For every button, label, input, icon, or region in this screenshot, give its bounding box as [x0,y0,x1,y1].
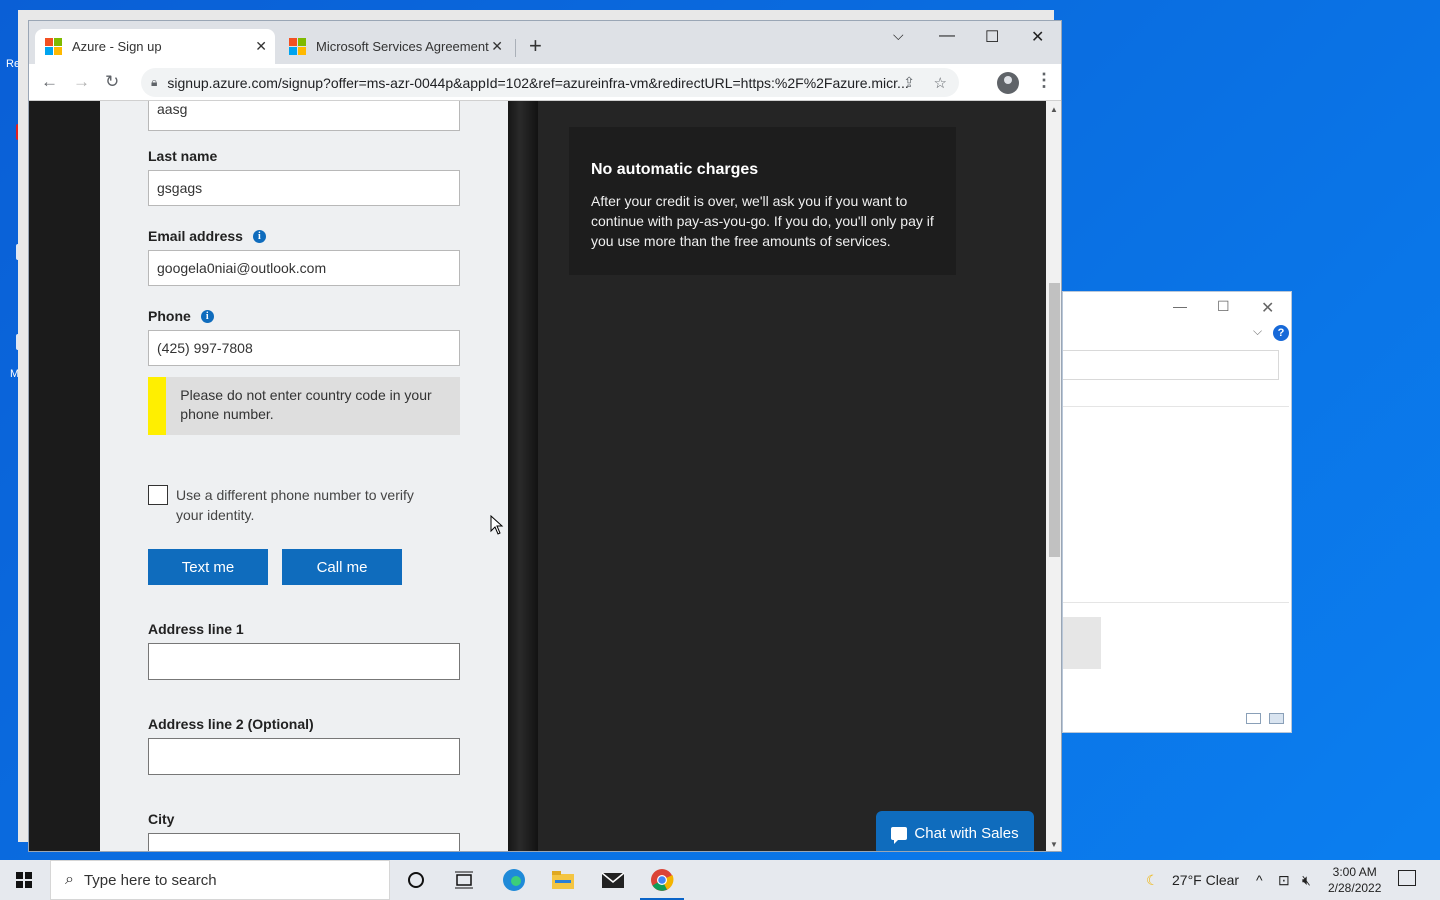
maximize-icon[interactable]: ☐ [985,27,999,47]
browser-toolbar: ← → ↻ 🔒︎ signup.azure.com/signup?offer=m… [29,64,1061,101]
taskbar: ⌕ Type here to search ☾ 27°F Clear ^ ⊡ 🔇… [0,860,1440,900]
last-name-input[interactable]: gsgags [148,170,460,206]
microsoft-logo-icon [289,38,306,55]
profile-icon[interactable] [997,72,1019,94]
microsoft-logo-icon [45,38,62,55]
scroll-up-icon[interactable]: ▲ [1050,105,1058,114]
address-field[interactable] [1063,350,1279,380]
background-window: — ☐ ✕ ⌵ ? [1062,291,1292,733]
different-phone-option: Use a different phone number to verify y… [148,485,426,525]
phone-input[interactable]: (425) 997-7808 [148,330,460,366]
tab-services-agreement[interactable]: Microsoft Services Agreement ✕ [279,29,511,64]
scrollbar[interactable]: ▲ ▼ [1046,101,1061,851]
edge-browser-icon[interactable] [501,868,527,892]
menu-icon[interactable]: ⋮ [1035,70,1053,91]
details-view-icon[interactable] [1246,713,1261,724]
tab-strip: Azure - Sign up ✕ Microsoft Services Agr… [29,21,1061,64]
address2-label: Address line 2 (Optional) [148,716,314,732]
cortana-icon[interactable] [403,868,429,892]
task-view-icon[interactable] [451,868,477,892]
divider [1063,406,1289,407]
clock-date: 2/28/2022 [1328,881,1382,895]
city-input[interactable] [148,833,460,851]
system-clock[interactable]: 3:00 AM 2/28/2022 [1328,864,1381,896]
tab-separator [515,39,516,57]
close-tab-icon[interactable]: ✕ [491,38,503,55]
call-me-button[interactable]: Call me [282,549,402,585]
chrome-icon[interactable] [649,868,675,892]
scroll-down-icon[interactable]: ▼ [1050,840,1058,849]
help-icon[interactable]: ? [1273,325,1289,341]
address-bar[interactable]: 🔒︎ signup.azure.com/signup?offer=ms-azr-… [141,68,959,97]
scrollbar-thumb[interactable] [1049,283,1060,557]
info-card-body: After your credit is over, we'll ask you… [591,193,934,249]
info-card: No automatic charges After your credit i… [569,127,956,275]
back-icon[interactable]: ← [41,72,58,92]
phone-warning: Please do not enter country code in your… [148,377,460,435]
offer-details: No automatic charges After your credit i… [538,101,1046,851]
email-input[interactable]: googela0niai@outlook.com [148,250,460,286]
panel-divider [508,101,538,851]
maximize-icon[interactable]: ☐ [1217,298,1230,315]
info-icon[interactable]: i [252,229,266,243]
reload-icon[interactable]: ↻ [105,72,119,92]
browser-window: Azure - Sign up ✕ Microsoft Services Agr… [28,20,1062,852]
taskbar-search[interactable]: ⌕ Type here to search [50,860,390,900]
chevron-down-icon[interactable]: ⌵ [1253,324,1262,339]
chevron-up-icon[interactable]: ^ [1256,872,1263,888]
page-content: aasg Last name gsgags Email address i goo… [29,101,1061,851]
address2-input[interactable] [148,738,460,775]
weather-text[interactable]: 27°F Clear [1172,872,1239,888]
volume-muted-icon[interactable]: 🔇︎ [1302,872,1311,889]
weather-icon[interactable]: ☾ [1146,872,1159,889]
first-name-input[interactable]: aasg [148,101,460,131]
text-me-button[interactable]: Text me [148,549,268,585]
mail-icon[interactable] [600,868,626,892]
city-label: City [148,811,175,827]
lock-icon[interactable]: 🔒︎ [151,75,157,90]
chat-label: Chat with Sales [914,824,1019,842]
email-label: Email address i [148,228,266,244]
notification-icon[interactable] [1398,870,1416,886]
warning-bar [148,377,167,435]
clock-time: 3:00 AM [1332,865,1377,879]
info-card-title: No automatic charges [591,161,759,178]
bookmark-star-icon[interactable]: ☆ [934,74,947,92]
minimize-icon[interactable]: — [939,27,955,45]
mouse-cursor-icon [490,515,504,535]
new-tab-button[interactable]: + [529,33,542,59]
search-placeholder: Type here to search [83,871,217,889]
close-icon[interactable]: ✕ [1031,27,1044,47]
large-icons-view-icon[interactable] [1269,713,1284,724]
phone-label: Phone i [148,308,214,324]
minimize-icon[interactable]: — [1173,298,1187,314]
different-phone-checkbox[interactable] [148,485,168,505]
left-gutter [29,101,100,851]
selection-block [1063,617,1101,669]
chat-icon [891,826,908,844]
url-text: signup.azure.com/signup?offer=ms-azr-004… [167,74,909,91]
search-icon: ⌕ [65,871,74,888]
forward-icon[interactable]: → [73,72,90,92]
network-icon[interactable]: ⊡ [1278,872,1290,889]
last-name-label: Last name [148,148,218,164]
share-icon[interactable]: ⇪ [903,74,915,91]
tab-search-icon[interactable]: ⌵ [893,27,904,44]
address1-input[interactable] [148,643,460,680]
tab-label: Microsoft Services Agreement [316,39,489,54]
different-phone-label: Use a different phone number to verify y… [176,487,414,523]
close-tab-icon[interactable]: ✕ [255,38,267,55]
windows-start-icon[interactable] [16,872,32,888]
info-icon[interactable]: i [200,309,214,323]
warning-text: Please do not enter country code in your… [180,387,432,422]
chat-with-sales-button[interactable]: Chat with Sales [876,811,1034,851]
file-explorer-icon[interactable] [550,868,576,892]
close-icon[interactable]: ✕ [1261,298,1274,318]
address1-label: Address line 1 [148,621,244,637]
divider [1063,602,1289,603]
signup-form: aasg Last name gsgags Email address i goo… [100,101,508,851]
tab-label: Azure - Sign up [72,39,162,54]
tab-azure-signup[interactable]: Azure - Sign up ✕ [35,29,275,64]
